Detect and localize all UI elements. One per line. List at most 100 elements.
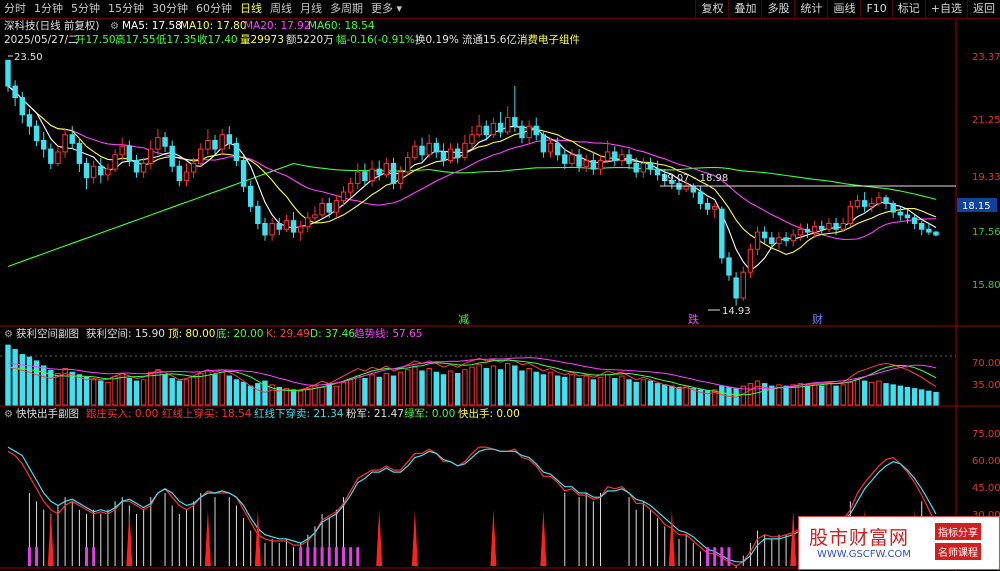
candle-body bbox=[262, 223, 268, 236]
candle-body bbox=[740, 271, 746, 299]
watermark-tag-share[interactable]: 指标分享 bbox=[935, 523, 981, 540]
toolbar-button-6[interactable]: 标记 bbox=[891, 0, 925, 18]
panel2-bar bbox=[255, 383, 261, 406]
panel2-title[interactable]: 获利空间副图 bbox=[16, 327, 79, 340]
candle-body bbox=[433, 142, 440, 153]
stock-name[interactable]: 深科技(日线 前复权) bbox=[4, 19, 100, 32]
candle-body bbox=[697, 191, 704, 204]
toolbar-button-7[interactable]: +自选 bbox=[924, 0, 967, 18]
candle-body bbox=[654, 168, 661, 176]
period-tab-7[interactable]: 周线 bbox=[266, 0, 296, 18]
candle-body bbox=[183, 171, 190, 182]
candle-body bbox=[761, 231, 768, 239]
panel3-gear-icon[interactable]: ⚙ bbox=[4, 409, 13, 420]
ma60-label: MA60: 18.54 bbox=[308, 20, 375, 32]
candle-body bbox=[833, 223, 839, 230]
panel2-header: ⚙ 获利空间副图 获利空间: 15.90 顶: 80.00 底: 20.00 K… bbox=[4, 327, 422, 340]
candlesticks bbox=[5, 59, 939, 306]
panel2-bar bbox=[926, 390, 932, 406]
p3-tick-3: 45.00 bbox=[972, 483, 1000, 494]
ma20-label: MA20: 17.92 bbox=[244, 20, 311, 32]
event-reduce[interactable]: 减 bbox=[458, 313, 469, 326]
panel2-bar bbox=[690, 388, 697, 406]
candle-body bbox=[597, 160, 604, 170]
panel2-bar bbox=[98, 380, 104, 406]
panel3-magenta-bar bbox=[299, 547, 303, 566]
panel2-bar bbox=[347, 379, 354, 406]
candle-body bbox=[369, 168, 375, 182]
ma60-path bbox=[7, 162, 937, 268]
period-tab-9[interactable]: 多周期 bbox=[326, 0, 367, 18]
period-tab-4[interactable]: 30分钟 bbox=[148, 0, 192, 18]
candle-body bbox=[105, 168, 111, 176]
panel2-bar bbox=[783, 385, 789, 406]
candle-body bbox=[340, 191, 347, 202]
settings-gear-icon[interactable]: ⚙ bbox=[110, 21, 119, 32]
panel2-bar bbox=[176, 380, 183, 406]
period-tab-10[interactable]: 更多 ▾ bbox=[367, 0, 406, 18]
panel2-bar bbox=[405, 369, 411, 406]
panel2-bar bbox=[233, 379, 240, 406]
candle-body bbox=[226, 134, 233, 144]
price-tick-5: 15.80 bbox=[972, 280, 1000, 291]
panel2-bar bbox=[633, 381, 639, 406]
sector-label[interactable]: 消费电子组件 bbox=[517, 33, 580, 46]
panel2-bar bbox=[854, 379, 861, 406]
candle-body bbox=[633, 162, 639, 173]
panel2-d: D: 37.46 bbox=[310, 328, 355, 340]
toolbar-button-2[interactable]: 多股 bbox=[761, 0, 794, 18]
panel2-bar bbox=[26, 356, 33, 406]
toolbar-button-4[interactable]: 画线 bbox=[827, 0, 860, 18]
period-tab-3[interactable]: 15分钟 bbox=[104, 0, 148, 18]
candle-body bbox=[269, 223, 275, 236]
period-tab-0[interactable]: 分时 bbox=[0, 0, 30, 18]
panel3-magenta-bar bbox=[713, 547, 717, 566]
candle-body bbox=[347, 182, 354, 193]
candle-body bbox=[804, 228, 811, 233]
candle-body bbox=[176, 165, 183, 182]
watermark-url: WWW.GSCFW.COM bbox=[817, 549, 911, 560]
panel2-gear-icon[interactable]: ⚙ bbox=[4, 329, 13, 340]
candle-body bbox=[861, 200, 868, 207]
panel2-bar bbox=[183, 379, 190, 406]
p3-tick-2: 60.00 bbox=[972, 456, 1000, 467]
candle-body bbox=[12, 85, 18, 99]
candle-body bbox=[140, 162, 147, 173]
panel2-bar bbox=[662, 384, 668, 406]
candle-body bbox=[55, 151, 61, 164]
candle-body bbox=[119, 145, 125, 156]
period-tab-8[interactable]: 月线 bbox=[296, 0, 326, 18]
candle-body bbox=[819, 225, 825, 230]
toolbar-button-8[interactable]: 返回 bbox=[967, 0, 1000, 18]
toolbar-button-5[interactable]: F10 bbox=[860, 0, 891, 18]
candle-body bbox=[933, 231, 939, 236]
candle-body bbox=[619, 154, 625, 162]
panel2-bar bbox=[683, 385, 689, 406]
event-finance[interactable]: 财 bbox=[812, 312, 823, 326]
panel2-bar bbox=[55, 373, 61, 406]
period-tab-5[interactable]: 60分钟 bbox=[192, 0, 236, 18]
panel3-title[interactable]: 快快出手副图 bbox=[16, 407, 79, 420]
panel2-bar bbox=[562, 376, 568, 406]
bar-close: 收17.40 bbox=[197, 33, 238, 46]
toolbar-button-3[interactable]: 统计 bbox=[794, 0, 827, 18]
period-tab-2[interactable]: 5分钟 bbox=[67, 0, 104, 18]
period-tab-1[interactable]: 1分钟 bbox=[30, 0, 67, 18]
panel2-bar bbox=[919, 389, 925, 406]
panel3-red-spike bbox=[790, 509, 797, 566]
bar-open: 开17.50 bbox=[75, 34, 116, 46]
candle-body bbox=[212, 139, 218, 150]
panel3-magenta-bar bbox=[349, 547, 353, 566]
candle-body bbox=[62, 134, 68, 153]
panel2-bar bbox=[533, 371, 539, 406]
period-tab-6[interactable]: 日线 bbox=[236, 0, 266, 18]
toolbar-button-1[interactable]: 叠加 bbox=[728, 0, 761, 18]
ma10-path bbox=[7, 85, 937, 255]
panel2-bar bbox=[412, 366, 418, 406]
toolbar-button-0[interactable]: 复权 bbox=[695, 0, 728, 18]
event-fall[interactable]: 跌 bbox=[688, 312, 699, 326]
panel3-pink: 粉军: 21.47 bbox=[346, 407, 404, 420]
panel2-bar bbox=[283, 388, 290, 406]
candle-body bbox=[590, 160, 597, 170]
watermark-tag-course[interactable]: 名师课程 bbox=[935, 543, 981, 560]
